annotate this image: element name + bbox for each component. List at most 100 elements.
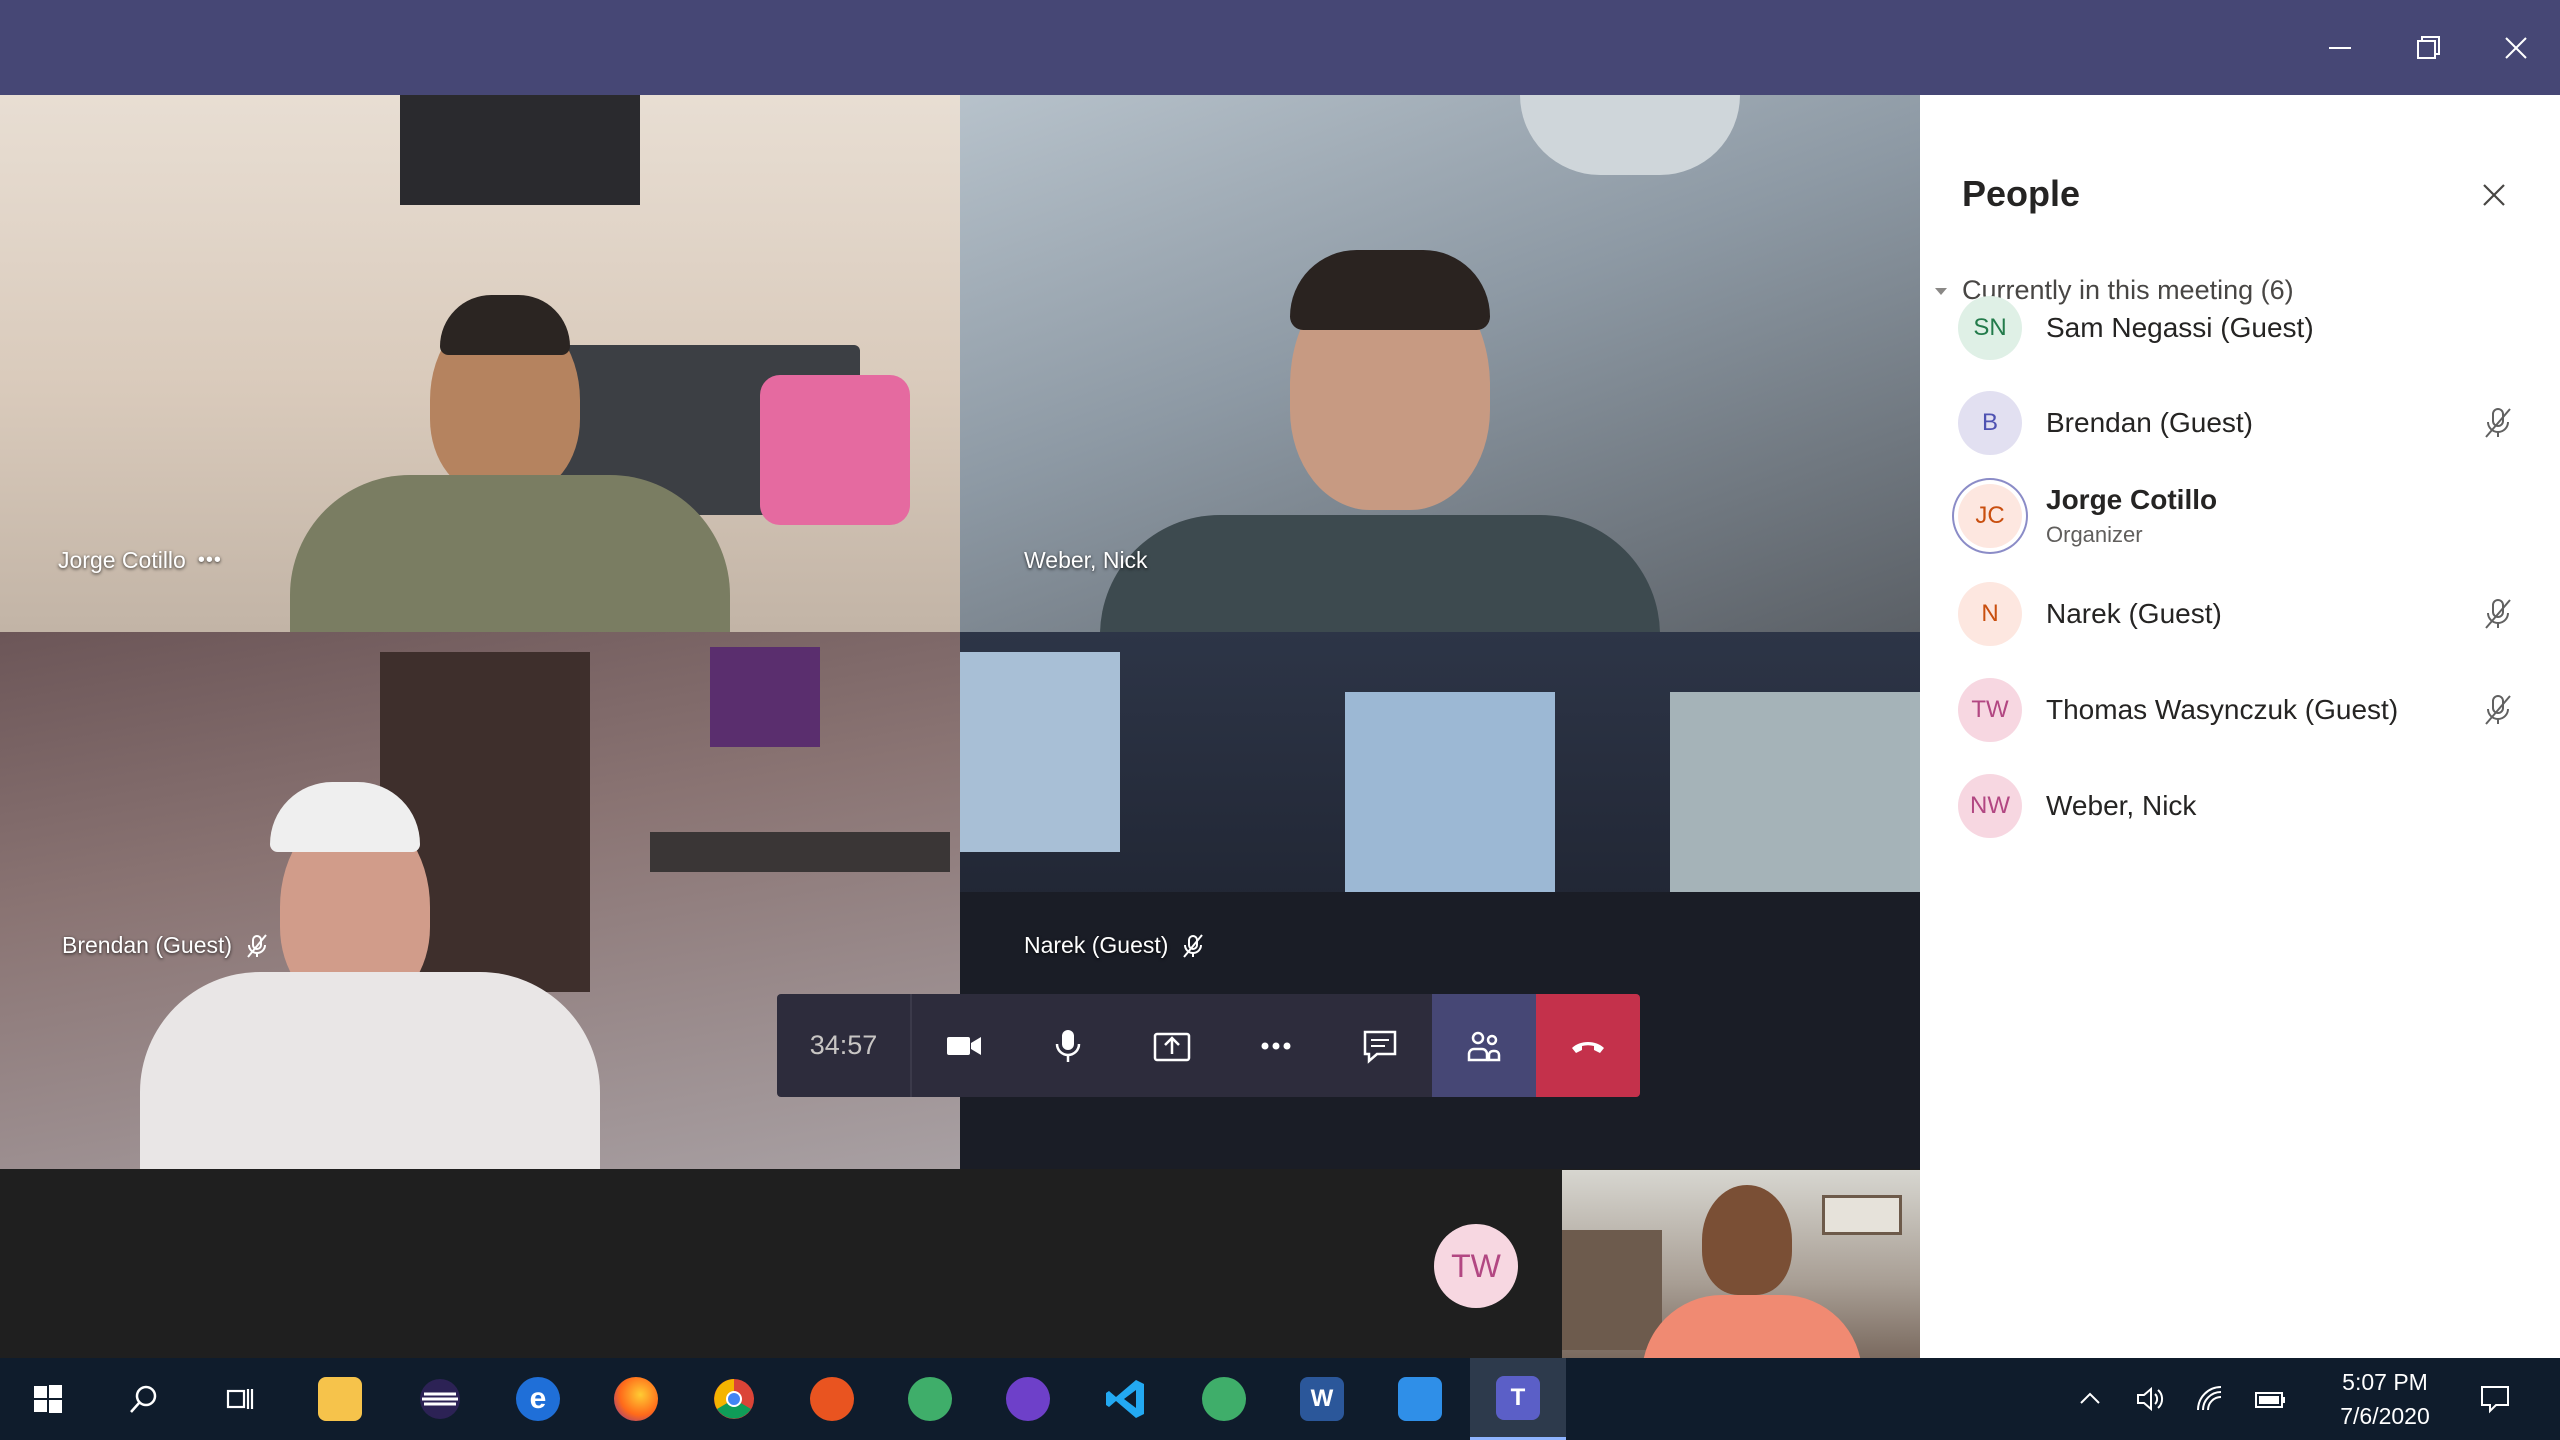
- tile-name-brendan: Brendan (Guest): [62, 932, 270, 959]
- show-hidden-icons-button[interactable]: [2060, 1358, 2120, 1440]
- close-icon: [2483, 184, 2505, 206]
- file-explorer-button[interactable]: [292, 1358, 388, 1440]
- camera-icon: [947, 1036, 981, 1055]
- battery-button[interactable]: [2240, 1358, 2300, 1440]
- participant-avatar: SN: [1958, 296, 2022, 360]
- ceiling-fan-image: [1520, 95, 1740, 175]
- participant-text: Weber, Nick: [2046, 790, 2196, 822]
- participant-row[interactable]: JC Jorge Cotillo Organizer: [1958, 476, 2528, 556]
- windows-logo-icon: [34, 1385, 62, 1413]
- mic-muted-icon: [2485, 695, 2511, 725]
- participant-muted-indicator: [2480, 596, 2516, 632]
- pink-chair-image: [760, 375, 910, 525]
- eclipse-icon: [420, 1379, 460, 1419]
- picture-frame-image: [1822, 1195, 1902, 1235]
- call-duration: 34:57: [777, 994, 912, 1097]
- microphone-button[interactable]: [1016, 994, 1120, 1097]
- clock[interactable]: 5:07 PM 7/6/2020: [2320, 1358, 2450, 1440]
- participant-row[interactable]: N Narek (Guest): [1958, 574, 2528, 654]
- firefox-icon: [614, 1377, 658, 1421]
- volume-button[interactable]: [2120, 1358, 2180, 1440]
- participant-row[interactable]: SN Sam Negassi (Guest): [1958, 288, 2528, 368]
- edge-button[interactable]: e: [490, 1358, 586, 1440]
- people-button[interactable]: [1432, 994, 1536, 1097]
- poster-image: [710, 647, 820, 747]
- participant-muted-indicator: [2480, 692, 2516, 728]
- desk-image: [650, 832, 950, 872]
- participant-row[interactable]: TW Thomas Wasynczuk (Guest): [1958, 670, 2528, 750]
- close-window-button[interactable]: [2472, 0, 2560, 95]
- atom-button[interactable]: [882, 1358, 978, 1440]
- clock-time: 5:07 PM: [2342, 1368, 2428, 1395]
- start-button[interactable]: [0, 1358, 96, 1440]
- participant-text: Sam Negassi (Guest): [2046, 312, 2314, 344]
- more-actions-button[interactable]: [1224, 994, 1328, 1097]
- video-tile-weber[interactable]: Weber, Nick: [960, 95, 1920, 632]
- self-video[interactable]: [1562, 1170, 1920, 1358]
- atom-beta-button[interactable]: [1176, 1358, 1272, 1440]
- participant-name: Thomas Wasynczuk (Guest): [2046, 694, 2399, 725]
- vscode-icon: [1106, 1380, 1144, 1418]
- participant-row[interactable]: B Brendan (Guest): [1958, 383, 2528, 463]
- participant-text: Jorge Cotillo Organizer: [2046, 484, 2217, 548]
- close-panel-button[interactable]: [2472, 173, 2516, 217]
- tile-name-jorge: Jorge Cotillo •••: [58, 547, 222, 573]
- share-button[interactable]: [1120, 994, 1224, 1097]
- tv-image: [400, 95, 640, 205]
- action-center-button[interactable]: [2450, 1358, 2540, 1440]
- more-options-icon[interactable]: •••: [198, 549, 222, 572]
- mic-muted-icon: [247, 933, 267, 958]
- camera-app-button[interactable]: [1372, 1358, 1468, 1440]
- participant-name: Sam Negassi (Guest): [2046, 312, 2314, 343]
- network-button[interactable]: [2180, 1358, 2240, 1440]
- minimize-button[interactable]: [2296, 0, 2384, 95]
- self-avatar[interactable]: TW: [1434, 1224, 1518, 1308]
- eclipse-button[interactable]: [392, 1358, 488, 1440]
- maximize-button[interactable]: [2384, 0, 2472, 95]
- mic-muted-icon: [1183, 933, 1204, 958]
- participant-row[interactable]: NW Weber, Nick: [1958, 766, 2528, 846]
- clock-date: 7/6/2020: [2340, 1403, 2430, 1429]
- firefox-button[interactable]: [588, 1358, 684, 1440]
- volume-icon: [2137, 1386, 2164, 1412]
- participant-muted-indicator: [2480, 405, 2516, 441]
- participant-avatar: NW: [1958, 774, 2022, 838]
- vscode-button[interactable]: [1078, 1358, 1174, 1440]
- edge-icon: e: [516, 1377, 560, 1421]
- window-image: [960, 652, 1120, 852]
- wifi-icon: [2197, 1386, 2222, 1411]
- chrome-button[interactable]: [686, 1358, 782, 1440]
- teams-button[interactable]: T: [1470, 1358, 1566, 1440]
- panel-title: People: [1962, 173, 2081, 214]
- ubuntu-button[interactable]: [784, 1358, 880, 1440]
- hang-up-button[interactable]: [1536, 994, 1640, 1097]
- title-bar: [0, 0, 2560, 95]
- github-desktop-button[interactable]: [980, 1358, 1076, 1440]
- word-button[interactable]: W: [1274, 1358, 1370, 1440]
- word-icon: W: [1300, 1377, 1344, 1421]
- system-tray: [2060, 1358, 2300, 1440]
- participant-name: Brendan (Guest): [2046, 407, 2253, 438]
- video-tile-jorge[interactable]: Jorge Cotillo •••: [0, 95, 960, 632]
- tile-name-weber: Weber, Nick: [1024, 547, 1148, 573]
- mic-muted-icon: [2485, 408, 2511, 438]
- close-icon: [2505, 36, 2527, 59]
- participant-name: Jorge Cotillo: [2046, 484, 2218, 515]
- hair: [440, 295, 570, 355]
- battery-icon: [2255, 1392, 2285, 1408]
- chat-button[interactable]: [1328, 994, 1432, 1097]
- tile-name-narek: Narek (Guest): [1024, 932, 1206, 959]
- participant-text: Brendan (Guest): [2046, 407, 2253, 439]
- task-view-button[interactable]: [192, 1358, 288, 1440]
- participant-text: Narek (Guest): [2046, 598, 2222, 630]
- task-view-icon: [226, 1389, 254, 1409]
- restore-icon: [2417, 35, 2440, 59]
- teams-window: Jorge Cotillo ••• Weber, Nick Brendan (G…: [0, 0, 2560, 1440]
- camera-button[interactable]: [912, 994, 1016, 1097]
- hangup-icon: [1572, 1041, 1604, 1053]
- mic-icon: [1055, 1029, 1081, 1062]
- search-button[interactable]: [96, 1358, 192, 1440]
- person-head: [1702, 1185, 1792, 1295]
- teams-icon: T: [1496, 1375, 1540, 1420]
- participant-name: Weber, Nick: [2046, 790, 2197, 821]
